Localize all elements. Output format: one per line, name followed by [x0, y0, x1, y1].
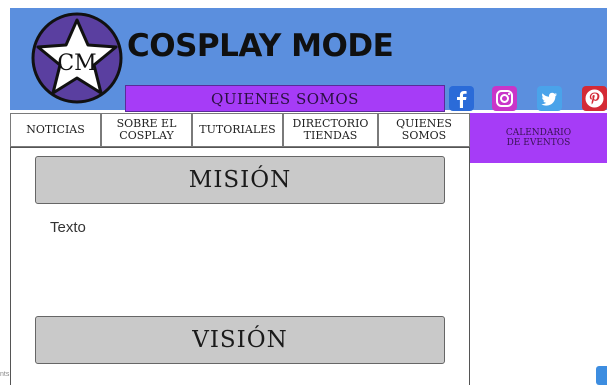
twitter-link[interactable]: [537, 86, 562, 111]
nav-quienes-somos[interactable]: QUIENES SOMOS: [378, 113, 470, 147]
twitter-icon: [541, 92, 557, 106]
pinterest-icon: [585, 89, 604, 108]
nav-noticias[interactable]: NOTICIAS: [10, 113, 101, 147]
calendar-tab[interactable]: CALENDARIO DE EVENTOS: [470, 113, 607, 163]
pinterest-link[interactable]: [582, 86, 607, 111]
logo[interactable]: CM: [31, 12, 123, 104]
facebook-icon: [457, 91, 467, 108]
section-banner: QUIENES SOMOS: [125, 85, 445, 112]
nav-directorio-tiendas[interactable]: DIRECTORIO TIENDAS: [283, 113, 378, 147]
vision-heading: VISIÓN: [35, 316, 445, 364]
corner-label: nts: [0, 371, 10, 378]
site-title[interactable]: COSPLAY MODE: [127, 28, 394, 64]
instagram-link[interactable]: [492, 86, 517, 111]
nav-tutoriales[interactable]: TUTORIALES: [192, 113, 283, 147]
mision-heading: MISIÓN: [35, 156, 445, 204]
star-logo-icon: CM: [31, 12, 123, 104]
chat-widget-button[interactable]: [596, 366, 607, 385]
nav-sobre-el-cosplay[interactable]: SOBRE EL COSPLAY: [101, 113, 192, 147]
logo-text: CM: [57, 51, 96, 76]
instagram-icon: [496, 90, 513, 107]
mision-text: Texto: [50, 219, 86, 236]
facebook-link[interactable]: [449, 86, 474, 111]
